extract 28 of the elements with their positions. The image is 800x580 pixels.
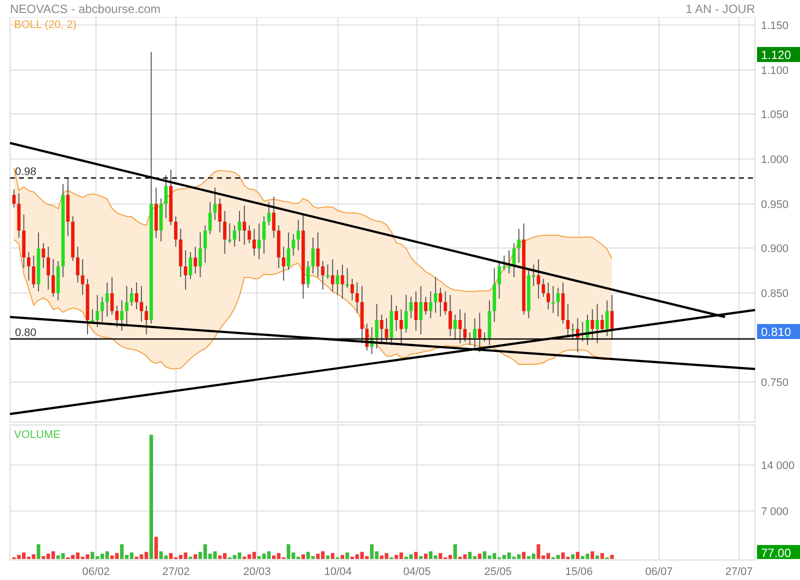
chart-title: NEOVACS - abcbourse.com	[10, 2, 160, 16]
axis-label: 0.750	[761, 377, 789, 389]
axis-label: 0.850	[761, 288, 789, 300]
axis-label: 7 000	[761, 506, 789, 518]
level-label: 0.80	[15, 327, 36, 339]
period-label: 1 AN - JOUR	[686, 2, 755, 16]
date-label: 27/07	[725, 566, 753, 578]
axis-label: 1.100	[761, 65, 789, 77]
volume-badge: 77.00	[757, 545, 800, 560]
price-badge: 1.120	[757, 47, 800, 62]
indicator-legend: BOLL (20, 2)	[14, 19, 77, 31]
volume-legend: VOLUME	[14, 429, 60, 441]
date-label: 10/04	[324, 566, 352, 578]
axis-label: 0.950	[761, 199, 789, 211]
date-label: 25/05	[484, 566, 512, 578]
axis-label: 1.050	[761, 109, 789, 121]
axis-label: 14 000	[761, 460, 795, 472]
date-label: 20/03	[243, 566, 271, 578]
date-label: 04/05	[403, 566, 431, 578]
axis-label: 1.000	[761, 154, 789, 166]
date-label: 06/07	[645, 566, 673, 578]
date-label: 15/06	[565, 566, 593, 578]
level-label: 0.98	[15, 166, 36, 178]
axis-label: 0.900	[761, 243, 789, 255]
date-label: 27/02	[162, 566, 190, 578]
date-label: 06/02	[82, 566, 110, 578]
axis-label: 1.150	[761, 20, 789, 32]
price-badge: 0.810	[757, 324, 800, 339]
